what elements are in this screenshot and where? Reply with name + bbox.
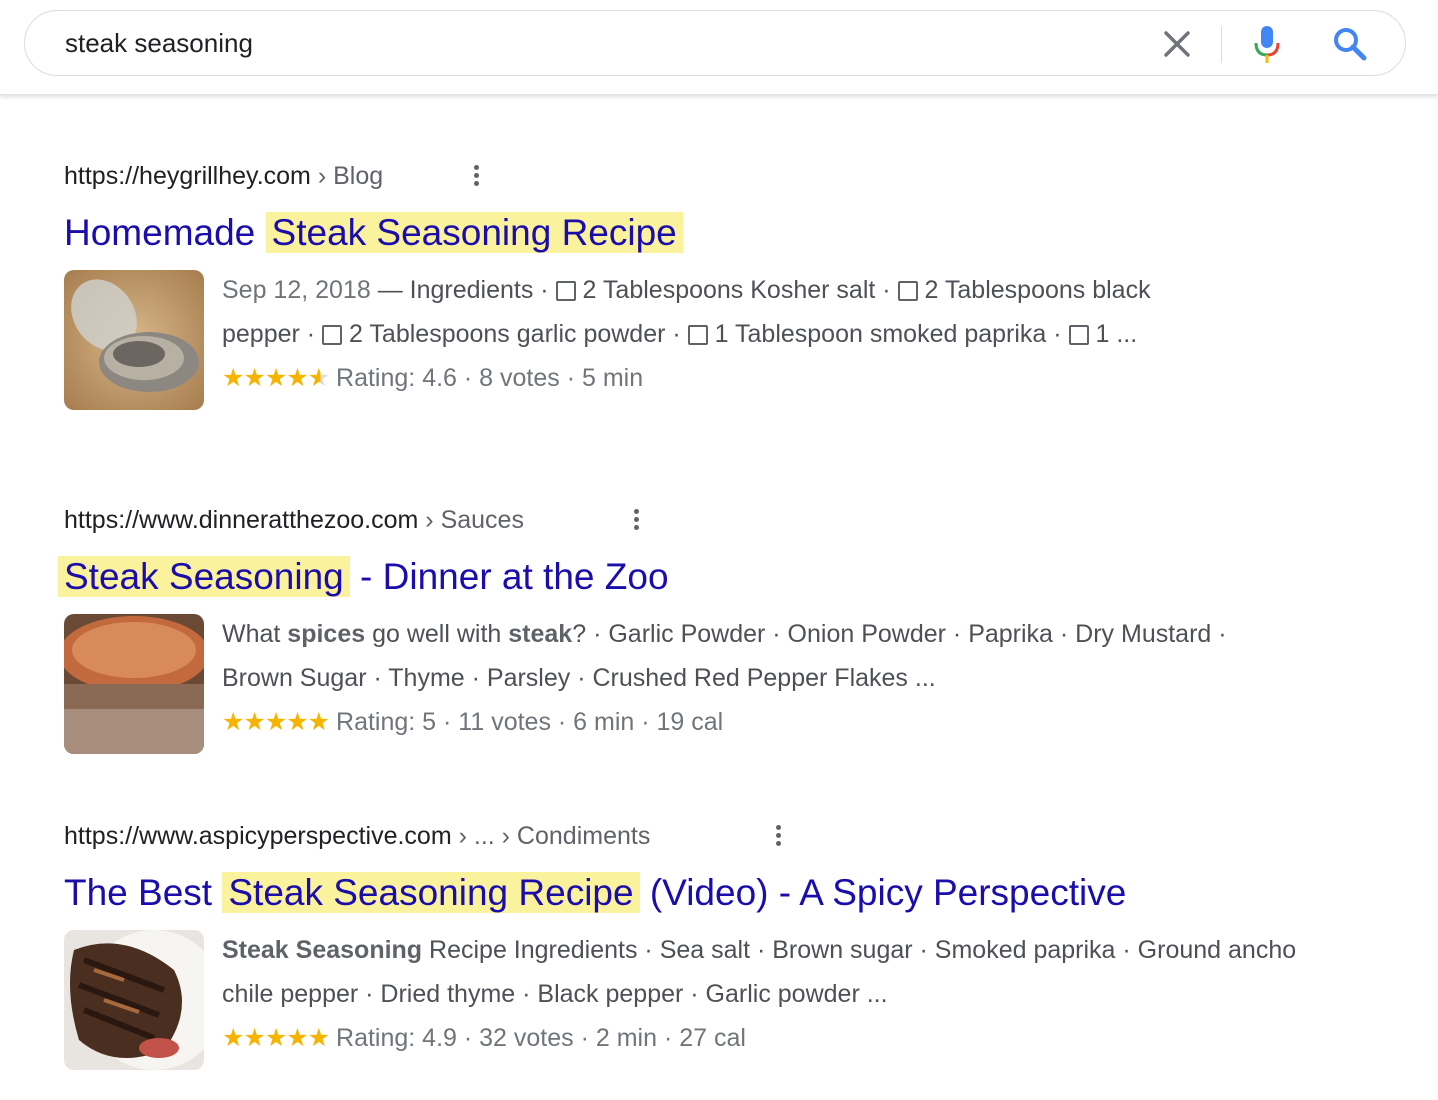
search-divider [1221,27,1222,63]
result-domain: https://www.dinneratthezoo.com [64,506,419,534]
more-options-button[interactable] [469,162,483,190]
search-result: https://heygrillhey.com › Blog Homemade … [64,158,1344,410]
result-domain: https://www.aspicyperspective.com [64,822,452,850]
result-snippet: Sep 12, 2018 — Ingredients · 2 Tablespoo… [222,268,1302,400]
more-vert-icon [771,825,785,846]
close-icon [1164,31,1190,57]
search-icon [1334,28,1367,61]
result-title-text-end: (Video) - A Spicy Perspective [639,872,1127,913]
result-snippet: What spices go well with steak? · Garlic… [222,612,1302,744]
rating-text: Rating: 4.6 · 8 votes · 5 min [336,364,644,392]
ingredient-item: pepper [222,320,300,348]
result-url[interactable]: https://heygrillhey.com › Blog [64,158,1344,194]
result-thumbnail[interactable] [64,270,204,410]
checkbox-icon [1068,325,1089,345]
snippet-part: go well with [365,620,509,648]
star-partial: ★ [307,364,330,392]
result-title-text-end: - Dinner at the Zoo [349,556,669,597]
star-rating-icon: ★★★★★ [222,708,330,736]
result-title-text: The Best [64,872,223,913]
grilled-steak-image [64,930,204,1070]
result-title-highlight: Steak Seasoning Recipe [222,872,640,913]
checkbox-icon [897,281,918,301]
result-url[interactable]: https://www.aspicyperspective.com › ... … [64,818,1344,854]
checkbox-icon [555,281,576,301]
search-button[interactable] [1329,23,1371,65]
result-thumbnail[interactable] [64,930,204,1070]
snippet-line: Sep 12, 2018 — Ingredients · 2 Tablespoo… [222,276,1151,304]
result-thumbnail[interactable] [64,614,204,754]
ingredient-item: 2 Tablespoons black [924,276,1151,304]
rating-text: Rating: 5 · 11 votes · 6 min · 19 cal [336,708,724,736]
star-rating-icon: ★★★★★ [222,364,330,392]
snippet-text: What spices go well with steak? · Garlic… [222,612,1302,700]
snippet-part: What [222,620,288,648]
snippet-bold: spices [287,620,366,648]
snippet-bold: steak [508,620,573,648]
snippet-bold: Steak Seasoning [222,936,423,964]
result-breadcrumb: › ... › Condiments [451,822,651,850]
rating-line: ★★★★★ Rating: 4.9 · 32 votes · 2 min · 2… [222,1016,1302,1060]
result-title-link[interactable]: The Best Steak Seasoning Recipe (Video) … [64,868,1344,918]
snippet-separator: — [370,276,410,304]
stars-full: ★★★★ [222,364,309,392]
seasoning-jar-image [64,270,204,410]
star-rating-icon: ★★★★★ [222,1024,330,1052]
ingredient-item: 2 Tablespoons garlic powder [349,320,666,348]
result-breadcrumb: › Sauces [418,506,524,534]
search-header [0,0,1438,95]
ingredient-item: 1 ... [1095,320,1138,348]
result-body: What spices go well with steak? · Garlic… [64,612,1344,754]
result-breadcrumb: › Blog [310,162,384,190]
ingredient-item: 2 Tablespoons Kosher salt [582,276,876,304]
result-domain: https://heygrillhey.com [64,162,311,190]
ingredient-item: 1 Tablespoon smoked paprika [714,320,1047,348]
result-title-text: Homemade [64,212,266,253]
result-date: Sep 12, 2018 [222,276,371,304]
result-title-link[interactable]: Steak Seasoning - Dinner at the Zoo [58,552,1344,602]
result-body: Steak Seasoning Recipe Ingredients · Sea… [64,928,1344,1070]
result-snippet: Steak Seasoning Recipe Ingredients · Sea… [222,928,1302,1060]
rating-line: ★★★★★ Rating: 4.6 · 8 votes · 5 min [222,356,1302,400]
more-vert-icon [469,165,483,186]
result-body: Sep 12, 2018 — Ingredients · 2 Tablespoo… [64,268,1344,410]
result-title-link[interactable]: Homemade Steak Seasoning Recipe [64,208,1344,258]
rating-text: Rating: 4.9 · 32 votes · 2 min · 27 cal [336,1024,746,1052]
mic-icon [1254,26,1280,63]
seasoning-jar-image [64,614,204,754]
search-box[interactable] [24,10,1406,76]
snippet-label: Ingredients [409,276,534,304]
snippet-line: pepper · 2 Tablespoons garlic powder · 1… [222,320,1138,348]
checkbox-icon [687,325,708,345]
search-result: https://www.aspicyperspective.com › ... … [64,818,1344,1070]
result-title-highlight: Steak Seasoning Recipe [265,212,683,253]
rating-line: ★★★★★ Rating: 5 · 11 votes · 6 min · 19 … [222,700,1302,744]
result-url[interactable]: https://www.dinneratthezoo.com › Sauces [64,502,1344,538]
more-options-button[interactable] [771,822,785,850]
search-input[interactable] [65,11,1125,75]
voice-search-button[interactable] [1247,23,1287,65]
more-options-button[interactable] [629,506,643,534]
snippet-text: Steak Seasoning Recipe Ingredients · Sea… [222,928,1302,1016]
more-vert-icon [629,509,643,530]
checkbox-icon [322,325,343,345]
result-title-highlight: Steak Seasoning [58,556,350,597]
clear-button[interactable] [1157,24,1197,64]
search-result: https://www.dinneratthezoo.com › Sauces … [58,502,1344,754]
